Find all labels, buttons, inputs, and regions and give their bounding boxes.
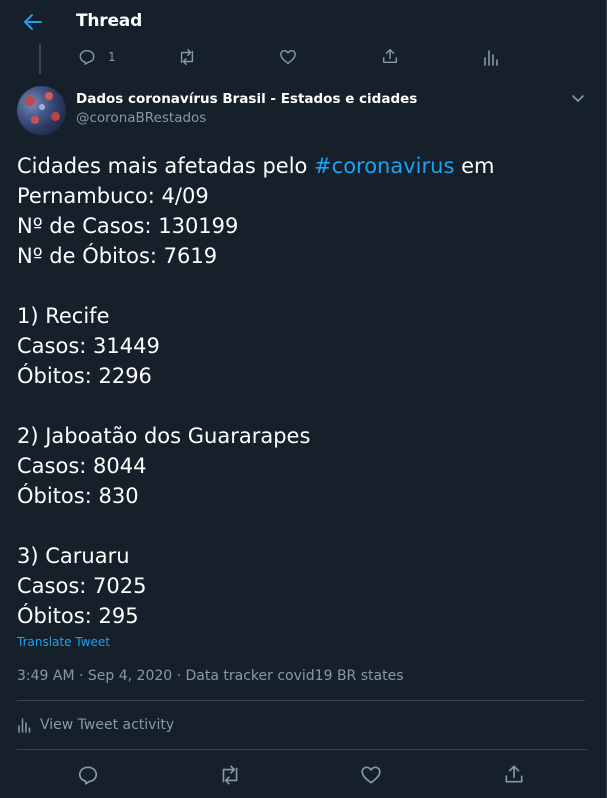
tweet-meta: 3:49 AM · Sep 4, 2020 · Data tracker cov… [17,668,404,684]
author-name[interactable]: Dados coronavírus Brasil - Estados e cid… [76,91,417,107]
meta-separator: · [172,668,186,684]
page-title: Thread [76,11,143,31]
bar-chart-icon [484,50,498,66]
heart-icon [361,766,381,784]
arrow-left-icon [24,14,42,30]
tweet-source[interactable]: Data tracker covid19 BR states [186,668,404,684]
tweet-text-rest: em Pernambuco: 4/09 Nº de Casos: 130199 … [17,154,495,628]
translate-tweet-link[interactable]: Translate Tweet [17,635,110,649]
previous-tweet-actions: 1 [0,44,606,70]
bar-chart-icon [18,718,31,733]
retweet-icon [222,765,238,785]
avatar[interactable] [17,86,66,135]
share-icon [382,48,398,64]
retweet-button[interactable] [177,48,197,66]
timestamp[interactable]: 3:49 AM · Sep 4, 2020 [17,668,172,684]
like-button[interactable] [279,48,297,66]
avatar-virus-spike [51,112,60,121]
avatar-virus-spike [45,92,53,100]
share-button[interactable] [503,763,525,785]
avatar-virus-spike [31,116,39,124]
avatar-virus-spike [39,104,45,110]
reply-button[interactable]: 1 [78,48,116,66]
retweet-button[interactable] [218,764,242,786]
author-handle[interactable]: @coronaBRestados [76,110,206,126]
view-activity-button[interactable]: View Tweet activity [17,717,174,733]
like-button[interactable] [360,764,382,786]
hashtag-link[interactable]: #coronavirus [314,154,454,178]
comment-icon [79,49,95,65]
share-icon [505,765,523,783]
divider [17,700,585,701]
header: Thread [0,0,606,44]
reply-count: 1 [108,50,116,64]
analytics-button[interactable] [483,48,499,66]
avatar-virus-spike [25,96,35,106]
reply-button[interactable] [77,764,99,786]
share-button[interactable] [381,47,399,65]
more-options-button[interactable] [569,89,587,107]
chevron-down-icon [572,95,584,102]
back-button[interactable] [20,10,46,34]
comment-icon [78,766,98,785]
tweet-text-lead: Cidades mais afetadas pelo [17,154,315,178]
tweet-text: Cidades mais afetadas pelo #coronavirus … [17,151,587,631]
divider [17,749,587,750]
tweet-actions [0,760,606,790]
retweet-icon [180,49,194,65]
view-activity-label: View Tweet activity [40,717,175,733]
heart-icon [280,49,296,65]
